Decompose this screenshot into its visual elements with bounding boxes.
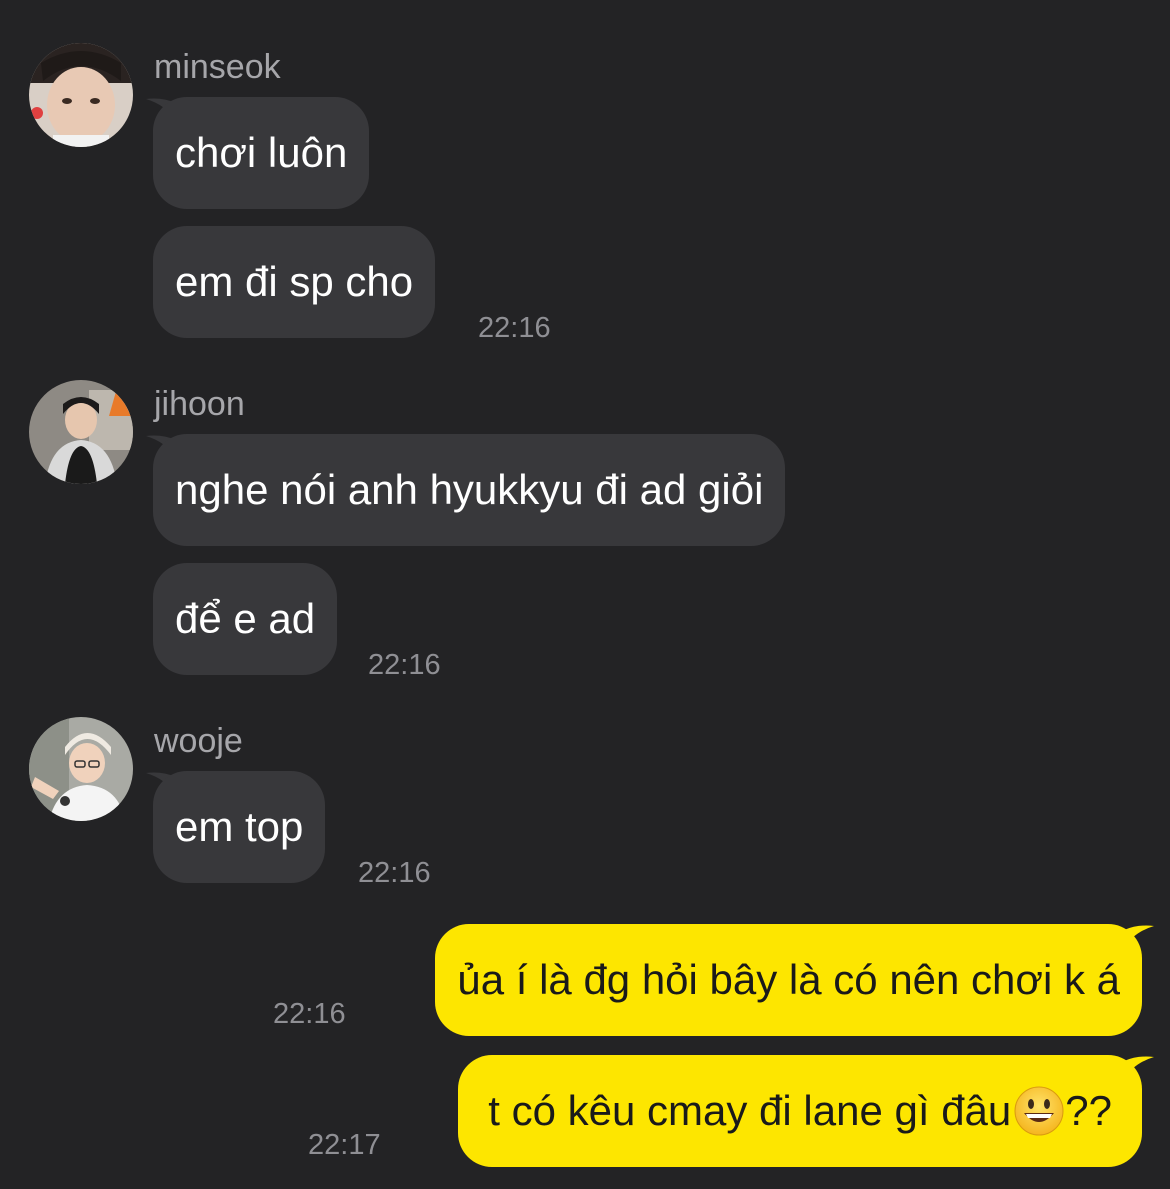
avatar-minseok[interactable] — [29, 43, 133, 147]
message-bubble[interactable]: nghe nói anh hyukkyu đi ad giỏi — [153, 434, 786, 546]
message-text: em đi sp cho — [175, 258, 414, 305]
bubble-tail — [1124, 925, 1154, 948]
message-text: nghe nói anh hyukkyu đi ad giỏi — [175, 466, 764, 513]
message-timestamp: 22:16 — [478, 312, 551, 344]
chat-screen: { "messages": [ { "sender": "minseok", "… — [0, 0, 1170, 1189]
avatar-jihoon[interactable] — [29, 380, 133, 484]
message-text: t có kêu cmay đi lane gì đâu — [488, 1087, 1012, 1134]
sender-name-wooje: wooje — [154, 722, 243, 760]
message-text: để e ad — [175, 595, 316, 642]
message-timestamp: 22:16 — [273, 998, 346, 1030]
message-text: chơi luôn — [175, 129, 348, 176]
message-suffix: ?? — [1065, 1087, 1112, 1134]
avatar-wooje[interactable] — [29, 717, 133, 821]
bubble-tail — [1124, 1056, 1154, 1079]
message-bubble[interactable]: để e ad — [153, 563, 338, 675]
my-message-bubble[interactable]: t có kêu cmay đi lane gì đâu ?? — [458, 1055, 1142, 1167]
message-timestamp: 22:17 — [308, 1129, 381, 1161]
message-bubble[interactable]: chơi luôn — [153, 97, 370, 209]
message-bubble[interactable]: em đi sp cho — [153, 226, 436, 338]
my-message-bubble[interactable]: ủa í là đg hỏi bây là có nên chơi k á — [435, 924, 1142, 1036]
sender-name-minseok: minseok — [154, 48, 281, 86]
message-timestamp: 22:16 — [358, 857, 431, 889]
sender-name-jihoon: jihoon — [154, 385, 245, 423]
message-text: ủa í là đg hỏi bây là có nên chơi k á — [457, 956, 1120, 1003]
message-bubble[interactable]: em top — [153, 771, 326, 883]
grinning-face-emoji-icon — [1014, 1086, 1064, 1136]
message-text: em top — [175, 803, 304, 850]
message-timestamp: 22:16 — [368, 649, 441, 681]
